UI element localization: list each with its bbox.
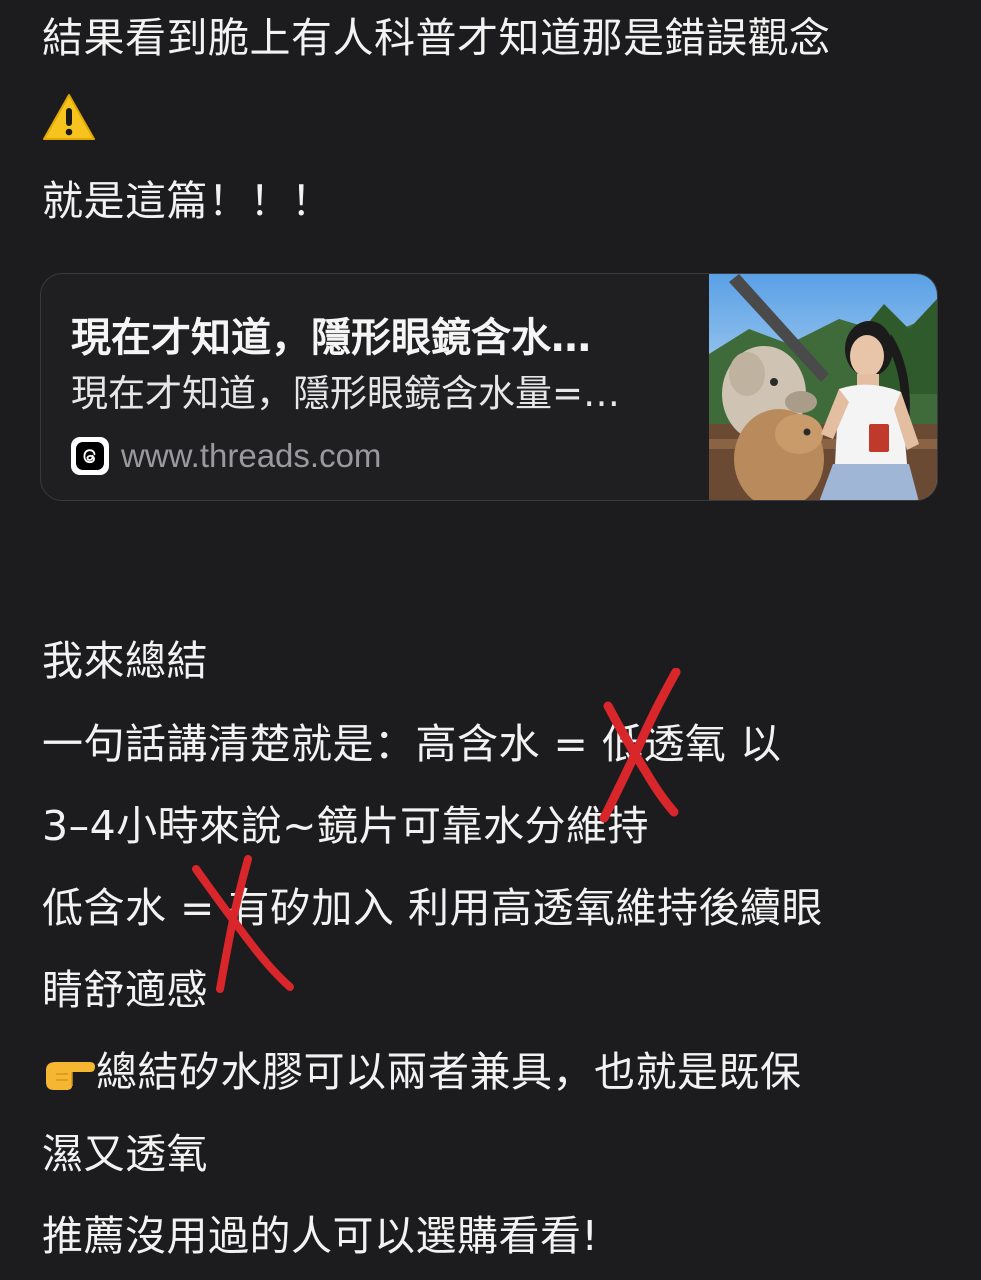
post-line-7-row: 總結矽水膠可以兩者兼具，也就是既保 — [42, 1044, 802, 1100]
warning-emoji-icon — [43, 94, 95, 140]
post-line-5: 低含水 = 有矽加入 利用高透氧維持後續眼 — [42, 884, 823, 932]
link-preview-description: 現在才知道，隱形眼鏡含水量=… — [71, 372, 621, 415]
link-preview-domain: www.threads.com — [121, 437, 382, 474]
post-line-6: 睛舒適感 — [42, 966, 208, 1014]
threads-logo-icon — [71, 437, 109, 475]
pointing-finger-emoji-icon — [46, 1062, 95, 1090]
summary-heading: 我來總結 — [42, 637, 208, 685]
post-line-9: 推薦沒用過的人可以選購看看! — [42, 1212, 599, 1260]
post-line-7: 總結矽水膠可以兩者兼具，也就是既保 — [96, 1048, 802, 1096]
post-line-8: 濕又透氧 — [42, 1130, 208, 1178]
post-line-3: 一句話講清楚就是：高含水 = 低透氧 以 — [42, 720, 782, 768]
post-line-4: 3–4小時來說~鏡片可靠水分維持 — [42, 802, 650, 850]
link-preview-card[interactable]: 現在才知道，隱形眼鏡含水… 現在才知道，隱形眼鏡含水量=… www.thread… — [40, 273, 938, 501]
link-preview-title: 現在才知道，隱形眼鏡含水… — [71, 315, 591, 361]
post-line-1: 結果看到脆上有人科普才知道那是錯誤觀念 — [42, 14, 831, 62]
post-line-2: 就是這篇！！！ — [42, 177, 333, 225]
link-preview-source: www.threads.com — [71, 434, 381, 478]
link-preview-thumbnail — [709, 274, 937, 500]
